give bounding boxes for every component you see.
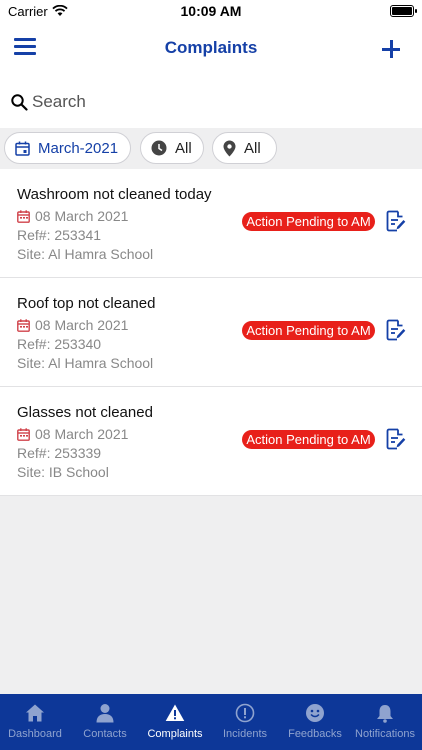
complaint-date: 08 March 2021 xyxy=(17,208,128,224)
status-bar: Carrier 10:09 AM xyxy=(0,0,422,24)
complaint-site: Site: Al Hamra School xyxy=(17,355,154,371)
status-badge: Action Pending to AM xyxy=(242,212,375,231)
complaint-date: 08 March 2021 xyxy=(17,317,128,333)
tab-label: Notifications xyxy=(355,728,415,740)
tab-label: Dashboard xyxy=(8,728,62,740)
complaint-item[interactable]: Roof top not cleaned 08 March 2021 Ref#:… xyxy=(0,278,422,387)
edit-note-icon[interactable] xyxy=(386,428,406,450)
time-filter-label: All xyxy=(175,139,192,157)
tab-notifications[interactable]: Notifications xyxy=(350,694,420,750)
complaint-ref: Ref#: 253339 xyxy=(17,445,102,461)
site-filter-label: All xyxy=(244,139,261,157)
warning-icon xyxy=(165,704,185,721)
search-icon xyxy=(11,94,28,111)
complaint-item[interactable]: Washroom not cleaned today 08 March 2021… xyxy=(0,169,422,278)
alert-circle-icon xyxy=(235,703,255,723)
tab-feedbacks[interactable]: Feedbacks xyxy=(280,694,350,750)
clock-icon xyxy=(151,140,167,156)
clock: 10:09 AM xyxy=(180,3,242,19)
person-icon xyxy=(96,704,114,723)
edit-note-icon[interactable] xyxy=(386,319,406,341)
calendar-icon xyxy=(17,427,30,441)
complaint-title: Washroom not cleaned today xyxy=(17,186,212,203)
complaint-date: 08 March 2021 xyxy=(17,426,128,442)
tab-label: Complaints xyxy=(147,728,203,740)
complaint-title: Roof top not cleaned xyxy=(17,295,156,312)
site-filter-chip[interactable]: All xyxy=(212,132,277,164)
complaint-site: Site: IB School xyxy=(17,464,109,480)
status-badge: Action Pending to AM xyxy=(242,321,375,340)
search-input[interactable] xyxy=(32,88,402,116)
tab-dashboard[interactable]: Dashboard xyxy=(0,694,70,750)
add-complaint-icon[interactable] xyxy=(382,38,404,60)
bottom-tab-bar: Dashboard Contacts Complaints Incidents xyxy=(0,694,422,750)
tab-contacts[interactable]: Contacts xyxy=(70,694,140,750)
calendar-icon xyxy=(17,318,30,332)
complaint-ref: Ref#: 253340 xyxy=(17,336,102,352)
complaint-date-text: 08 March 2021 xyxy=(35,426,129,442)
time-filter-chip[interactable]: All xyxy=(140,132,204,164)
bell-icon xyxy=(377,705,393,723)
navigation-bar: Complaints xyxy=(0,24,422,76)
tab-complaints[interactable]: Complaints xyxy=(140,694,210,750)
location-pin-icon xyxy=(223,140,236,156)
date-filter-chip[interactable]: March-2021 xyxy=(4,132,131,164)
complaint-ref: Ref#: 253341 xyxy=(17,227,102,243)
tab-label: Feedbacks xyxy=(288,728,342,740)
filter-bar: March-2021 All All xyxy=(0,128,422,168)
complaint-item[interactable]: Glasses not cleaned 08 March 2021 Ref#: … xyxy=(0,387,422,496)
tab-label: Incidents xyxy=(222,728,268,740)
home-icon xyxy=(26,704,44,722)
tab-label: Contacts xyxy=(83,728,127,740)
complaint-site: Site: Al Hamra School xyxy=(17,246,154,262)
complaint-list: Washroom not cleaned today 08 March 2021… xyxy=(0,169,422,496)
calendar-icon xyxy=(15,141,30,156)
complaint-date-text: 08 March 2021 xyxy=(35,317,129,333)
battery-icon xyxy=(390,5,417,17)
edit-note-icon[interactable] xyxy=(386,210,406,232)
smiley-icon xyxy=(306,704,324,722)
complaint-date-text: 08 March 2021 xyxy=(35,208,129,224)
date-filter-label: March-2021 xyxy=(38,139,119,157)
tab-incidents[interactable]: Incidents xyxy=(210,694,280,750)
complaint-title: Glasses not cleaned xyxy=(17,404,153,421)
calendar-icon xyxy=(17,209,30,223)
page-title: Complaints xyxy=(164,38,258,57)
status-badge: Action Pending to AM xyxy=(242,430,375,449)
search-bar xyxy=(0,76,422,128)
